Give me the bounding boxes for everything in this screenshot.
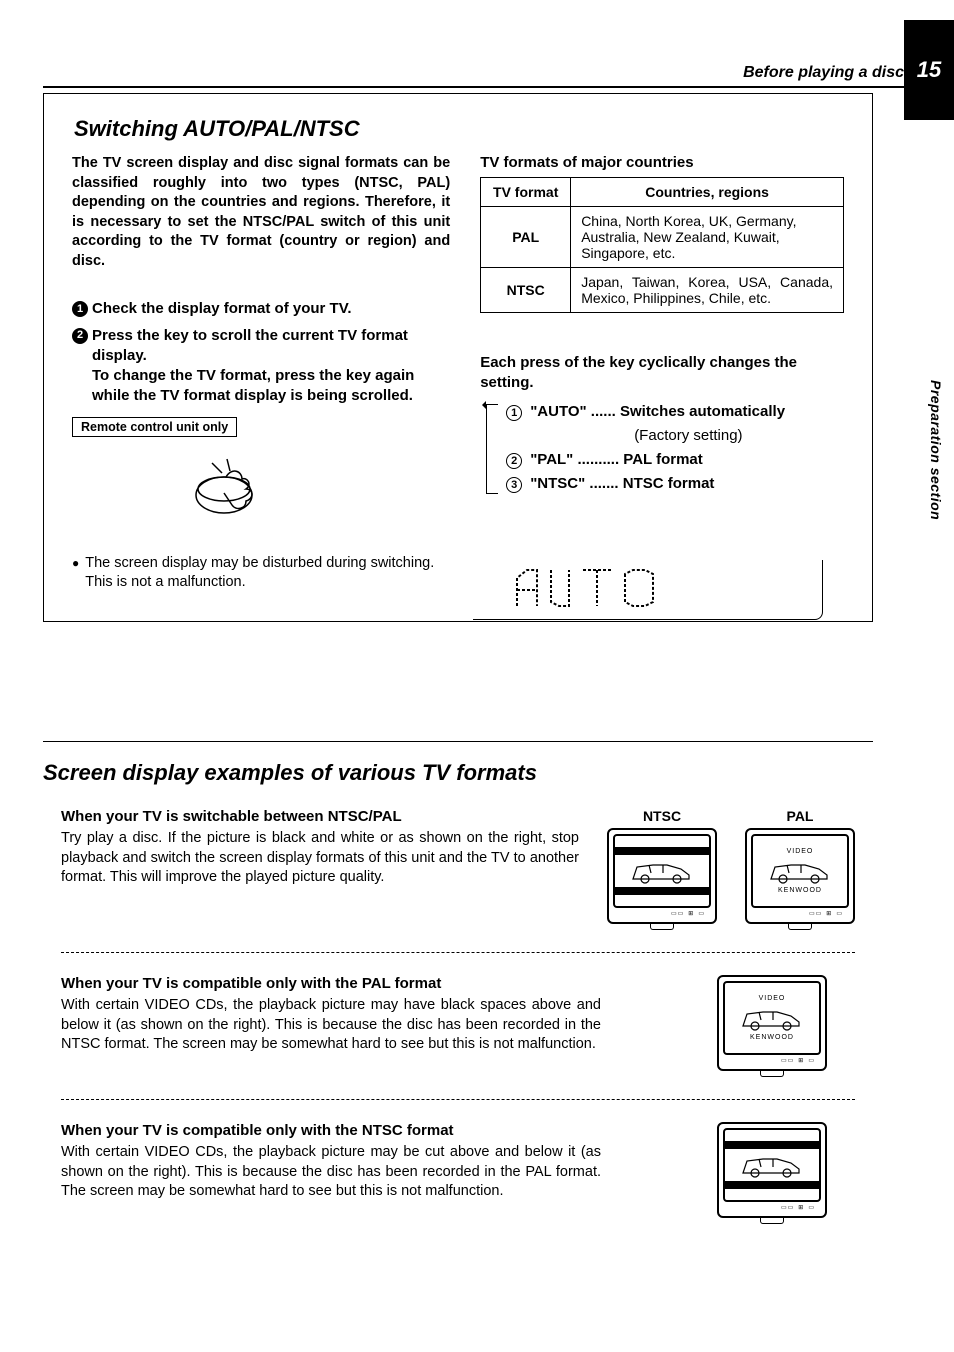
example-3: When your TV is compatible only with the… [43,1122,873,1224]
table-row: PAL China, North Korea, UK, Germany, Aus… [481,207,844,268]
example-2-text: With certain VIDEO CDs, the playback pic… [61,996,601,1055]
cycle-paragraph: Each press of the key cyclically changes… [480,353,844,394]
cell-ntsc-countries: Japan, Taiwan, Korea, USA, Canada, Mexic… [571,268,844,313]
video-text: VIDEO [787,848,814,855]
tv-pal-only-group: VIDEO KENWOOD ▭▭⊞▭ [717,975,827,1077]
kenwood-text: KENWOOD [750,1034,794,1041]
cell-pal: PAL [481,207,571,268]
bullet-text: The screen display may be disturbed duri… [85,554,450,593]
ntsc-label: NTSC [643,808,681,824]
example-1-heading: When your TV is switchable between NTSC/… [61,808,579,825]
tv-icon-pal-only: VIDEO KENWOOD ▭▭⊞▭ [717,975,827,1077]
table-header-format: TV format [481,178,571,207]
pal-label: PAL [787,808,814,824]
video-text: VIDEO [759,995,786,1002]
dashed-divider [61,1099,855,1100]
cycle-bracket-icon [486,404,498,494]
tv-icon-pal: VIDEO KENWOOD ▭▭⊞▭ [745,828,855,930]
option-pal: 2"PAL" .......... PAL format [506,448,844,472]
tv-format-table: TV format Countries, regions PAL China, … [480,177,844,313]
lcd-display-graphic [473,560,823,620]
step-1: 1 Check the display format of your TV. [72,299,450,319]
option-auto: 1"AUTO" ...... Switches automatically [506,400,844,424]
lcd-text [513,566,822,621]
main-boxed-section: Switching AUTO/PAL/NTSC The TV screen di… [43,93,873,622]
table-header-countries: Countries, regions [571,178,844,207]
intro-paragraph: The TV screen display and disc signal fo… [72,154,450,271]
example-3-heading: When your TV is compatible only with the… [61,1122,601,1139]
tv-icon-ntsc-only: ▭▭⊞▭ [717,1122,827,1224]
tv-icon-ntsc: ▭▭⊞▭ [607,828,717,930]
dashed-divider [61,952,855,953]
step-badge-1: 1 [72,301,88,317]
example-2-heading: When your TV is compatible only with the… [61,975,601,992]
bullet-dot-icon: ● [72,554,79,593]
step-2-subnote: To change the TV format, press the key a… [92,366,450,407]
page-number-tab: 15 [904,20,954,120]
section-title: Switching AUTO/PAL/NTSC [74,116,844,142]
lower-section: Screen display examples of various TV fo… [43,741,873,1246]
step-2: 2 Press the key to scroll the current TV… [72,326,450,367]
options-list: 1"AUTO" ...... Switches automatically (F… [480,400,844,496]
cell-pal-countries: China, North Korea, UK, Germany, Austral… [571,207,844,268]
example-1-text: Try play a disc. If the picture is black… [61,829,579,888]
example-1: When your TV is switchable between NTSC/… [43,808,873,930]
tv-pal-group: PAL VIDEO KENWOOD ▭▭⊞▭ [745,808,855,930]
bullet-note: ● The screen display may be disturbed du… [72,554,450,593]
step-badge-2: 2 [72,328,88,344]
lower-title: Screen display examples of various TV fo… [43,760,873,786]
header-section-title: Before playing a disc [743,64,904,82]
tv-formats-title: TV formats of major countries [480,154,844,171]
tv-ntsc-group: NTSC ▭▭⊞▭ [607,808,717,930]
step-2-text: Press the key to scroll the current TV f… [92,326,450,367]
step-1-text: Check the display format of your TV. [92,299,352,319]
cell-ntsc: NTSC [481,268,571,313]
side-section-label: Preparation section [928,380,944,520]
example-2: When your TV is compatible only with the… [43,975,873,1077]
remote-only-tag: Remote control unit only [72,417,237,437]
example-3-text: With certain VIDEO CDs, the playback pic… [61,1143,601,1202]
kenwood-text: KENWOOD [778,887,822,894]
section-divider [43,741,873,742]
hand-press-icon [182,455,282,525]
header-underline [43,86,904,88]
option-auto-sub: (Factory setting) [634,424,844,448]
table-row: NTSC Japan, Taiwan, Korea, USA, Canada, … [481,268,844,313]
option-ntsc: 3"NTSC" ....... NTSC format [506,472,844,496]
tv-ntsc-only-group: ▭▭⊞▭ [717,1122,827,1224]
